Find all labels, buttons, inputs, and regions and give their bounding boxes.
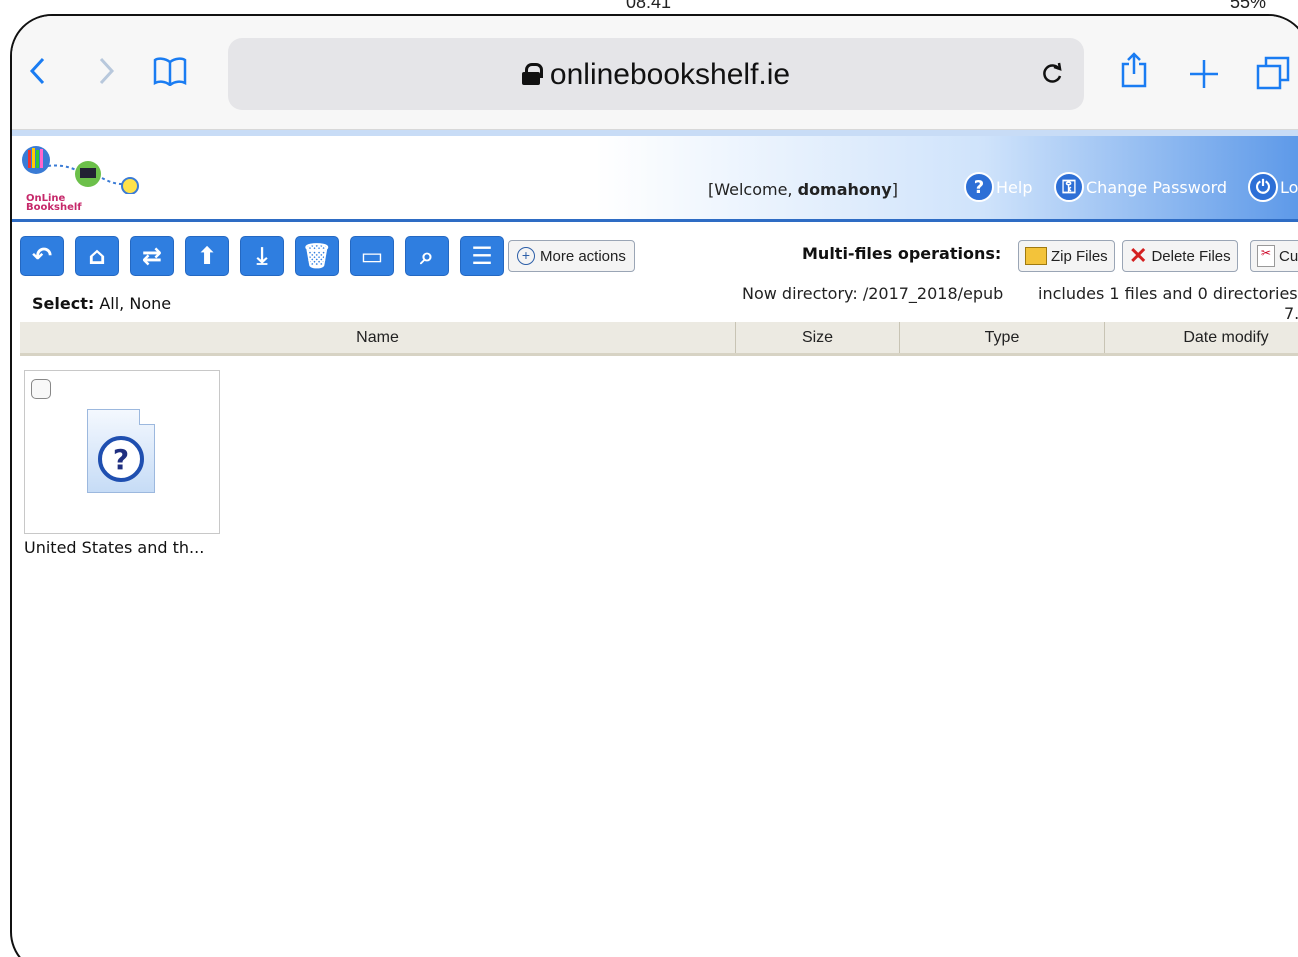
power-icon: ⏻ [1248,172,1278,202]
delete-files-label: Delete Files [1151,247,1231,265]
zip-files-button[interactable]: Zip Files [1018,240,1115,272]
delete-files-button[interactable]: ✕ Delete Files [1122,240,1238,272]
search-button[interactable]: ⌕ [405,236,449,276]
download-button[interactable]: ⤓ [240,236,284,276]
browser-toolbar: onlinebookshelf.ie [12,16,1298,130]
change-password-link[interactable]: ⚿ Change Password [1054,172,1227,202]
list-icon: ☰ [471,242,493,270]
logo-graphic [22,146,139,195]
share-icon[interactable] [1120,52,1148,88]
column-type[interactable]: Type [900,322,1105,353]
zip-icon [1025,247,1047,265]
file-toolbar: ↶ ⌂ ⇄ ⬆ ⤓ 🗑 ▭ ⌕ ☰ [20,236,504,276]
welcome-suffix: ] [891,180,898,199]
reload-icon[interactable] [1040,60,1064,86]
file-checkbox[interactable] [31,379,51,399]
device-frame: onlinebookshelf.ie OnLine Bookshelf [Welc… [10,14,1298,957]
lock-icon [521,63,543,85]
select-options[interactable]: All, None [99,294,171,313]
refresh-button[interactable]: ⇄ [130,236,174,276]
home-icon: ⌂ [88,242,106,270]
username: domahony [797,180,892,199]
directory-size: 7. [1284,304,1298,323]
plus-circle-icon: + [517,247,535,265]
welcome-prefix: [Welcome, [708,180,798,199]
column-size[interactable]: Size [736,322,900,353]
file-name[interactable]: United States and th... [24,538,204,557]
logout-link[interactable]: ⏻ Lo [1248,172,1298,202]
key-icon: ⚿ [1054,172,1084,202]
battery-level: 55% [1230,0,1267,12]
help-label: Help [996,177,1033,197]
search-icon: ⌕ [420,242,434,270]
site-logo[interactable]: OnLine Bookshelf [18,144,148,213]
undo-icon: ↶ [31,242,53,270]
list-view-button[interactable]: ☰ [460,236,504,276]
change-password-label: Change Password [1086,177,1228,197]
multi-files-label: Multi-files operations: [802,244,1002,263]
back-button[interactable]: ↶ [20,236,64,276]
select-row: Select: All, None [32,294,171,313]
column-date-modify[interactable]: Date modify [1105,322,1298,353]
current-directory: Now directory: /2017_2018/epub [742,284,1004,303]
more-actions-label: More actions [540,247,626,265]
back-icon[interactable] [28,56,48,86]
cut-icon: ✂ [1257,245,1275,267]
download-icon: ⤓ [256,242,268,270]
help-icon: ? [964,172,994,202]
cut-files-button[interactable]: ✂ Cu [1250,240,1298,272]
file-tile[interactable]: ? [24,370,220,534]
delete-button[interactable]: 🗑 [295,236,339,276]
status-time: 08:41 [626,0,672,12]
logo-text-bookshelf: Bookshelf [26,202,82,213]
help-link[interactable]: ? Help [964,172,1032,202]
welcome-message: [Welcome, domahony] [708,180,898,199]
home-button[interactable]: ⌂ [75,236,119,276]
url-bar[interactable]: onlinebookshelf.ie [228,38,1084,110]
refresh-icon: ⇄ [141,242,163,270]
new-folder-button[interactable]: ▭ [350,236,394,276]
bookmarks-icon[interactable] [152,56,188,86]
zip-files-label: Zip Files [1051,247,1108,265]
question-icon: ? [98,436,144,482]
site-header: OnLine Bookshelf [Welcome, domahony] ? Hel… [12,130,1298,222]
new-tab-icon[interactable] [1188,58,1220,90]
cut-files-label: Cu [1279,247,1298,265]
up-arrow-icon: ⬆ [196,242,218,270]
select-label: Select: [32,294,95,313]
directory-summary: includes 1 files and 0 directories [1038,284,1298,303]
tabs-icon[interactable] [1256,56,1290,90]
trash-icon: 🗑 [301,242,333,270]
file-table-header: Name Size Type Date modify [20,322,1298,356]
forward-icon[interactable] [96,56,116,86]
upload-button[interactable]: ⬆ [185,236,229,276]
unknown-file-icon: ? [87,409,155,493]
logout-label: Lo [1280,177,1298,197]
folder-icon: ▭ [360,242,384,270]
column-name[interactable]: Name [20,322,736,353]
url-text: onlinebookshelf.ie [549,58,791,91]
more-actions-button[interactable]: + More actions [508,240,635,272]
delete-x-icon: ✕ [1129,243,1148,268]
